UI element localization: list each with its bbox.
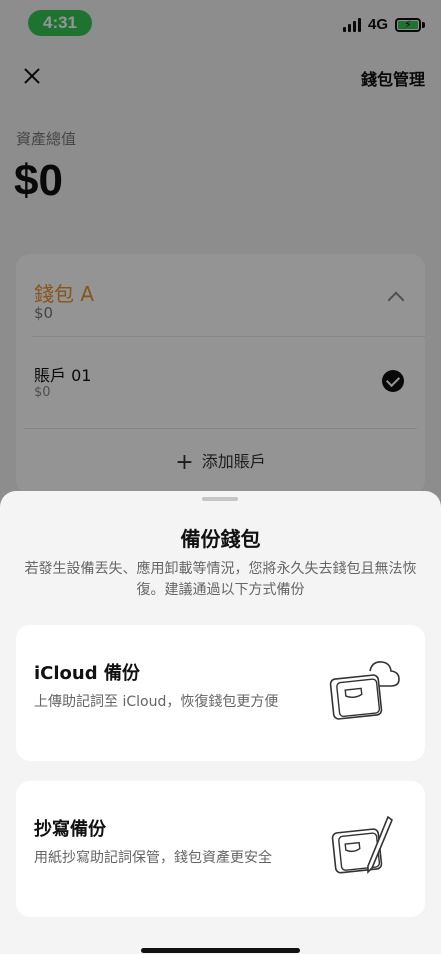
backup-sheet: 備份錢包 若發生設備丟失、應用卸載等情況，您將永久失去錢包且無法恢復。建議通過以… — [0, 491, 441, 954]
sheet-grabber[interactable] — [202, 497, 238, 501]
option-subtitle: 上傳助記詞至 iCloud，恢復錢包更方便 — [34, 694, 279, 710]
home-indicator[interactable] — [141, 948, 300, 953]
option-title: 抄寫備份 — [34, 819, 106, 840]
sheet-description: 若發生設備丟失、應用卸載等情況，您將永久失去錢包且無法恢復。建議通過以下方式備份 — [24, 561, 417, 598]
pen-wallet-icon — [331, 815, 393, 874]
cloud-wallet-icon — [329, 661, 400, 720]
option-title: iCloud 備份 — [34, 663, 140, 684]
option-subtitle: 用紙抄寫助記詞保管，錢包資產更安全 — [34, 850, 272, 866]
icloud-backup-option[interactable]: iCloud 備份 上傳助記詞至 iCloud，恢復錢包更方便 — [16, 625, 425, 761]
sheet-title: 備份錢包 — [180, 527, 261, 551]
handwrite-backup-option[interactable]: 抄寫備份 用紙抄寫助記詞保管，錢包資產更安全 — [16, 781, 425, 917]
